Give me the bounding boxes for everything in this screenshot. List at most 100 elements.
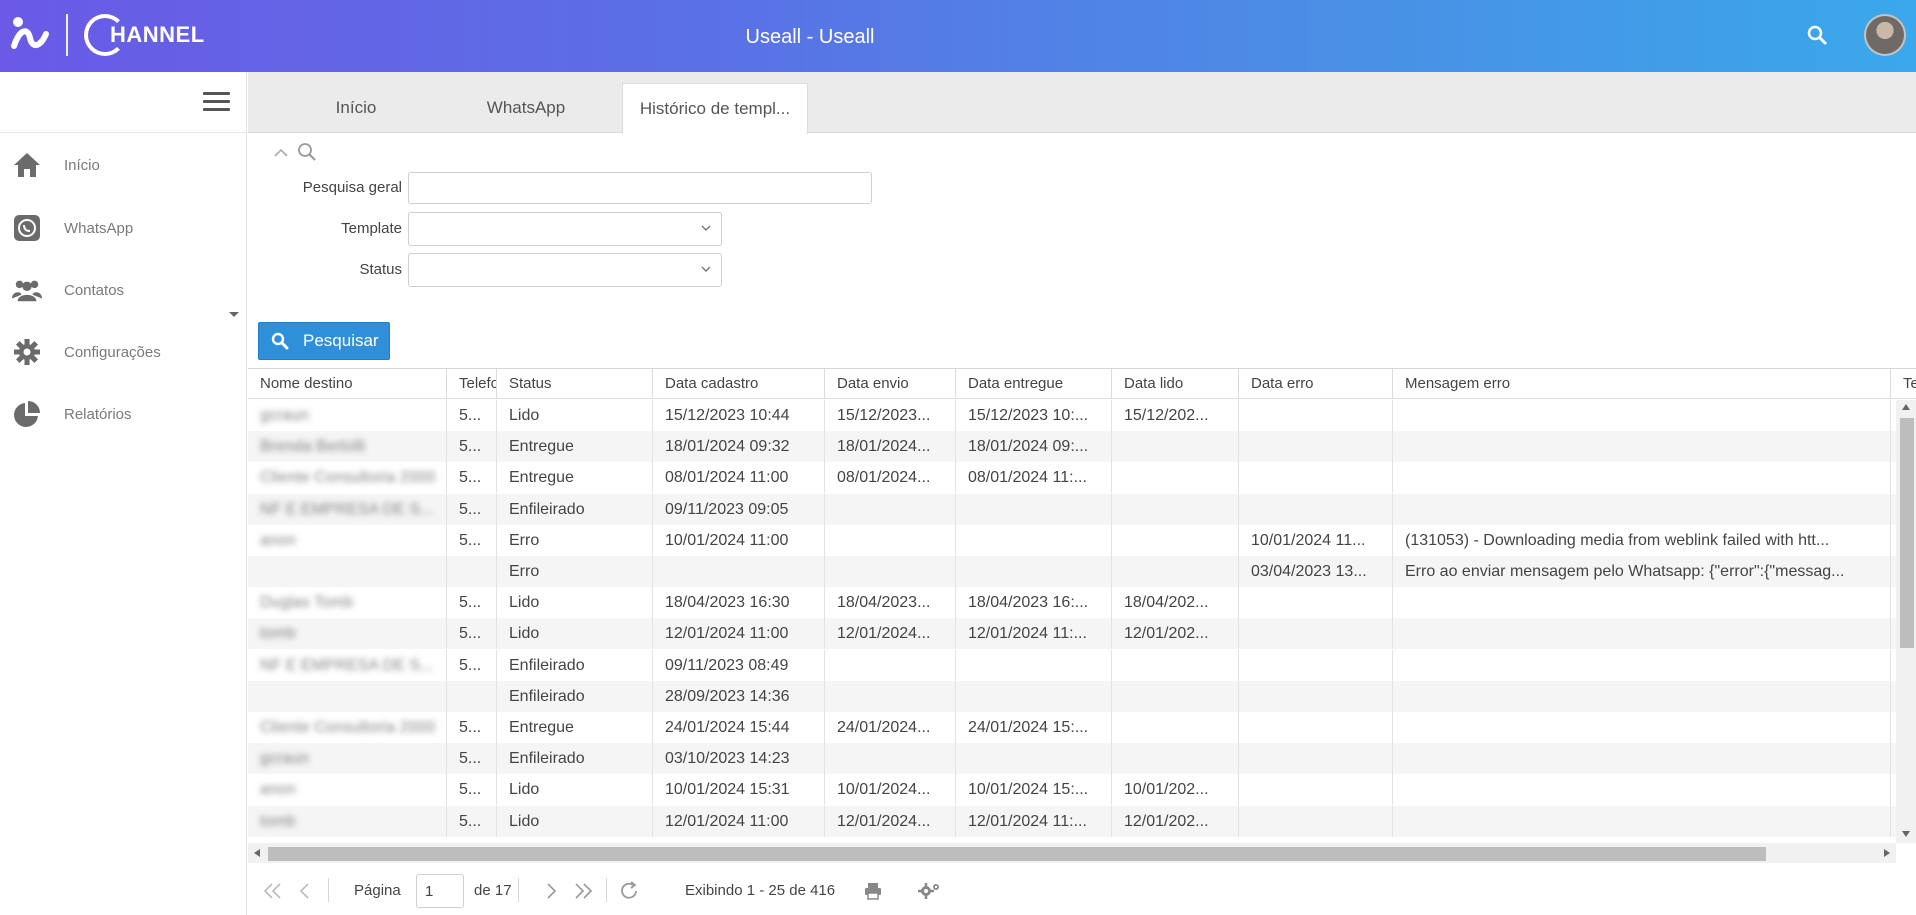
table-row[interactable]: NF E EMPRESA DE S... 5... Enfileirado 09/11… [248,649,1896,681]
search-icon[interactable] [1806,24,1828,46]
table-cell: 18/01/2024 09:... [956,431,1112,463]
scroll-left-icon[interactable] [254,849,260,857]
home-icon [12,150,42,180]
table-cell [1239,805,1393,837]
double-chevron-right-icon [575,883,593,899]
table-cell [825,649,956,681]
table-cell: 03/10/2023 14:23 [653,743,825,775]
vertical-scroll-thumb[interactable] [1900,418,1914,648]
print-button[interactable] [860,878,886,904]
filter-toggle[interactable] [273,142,317,162]
table-cell: 18/04/2023 16:... [956,587,1112,619]
user-avatar[interactable] [1864,14,1906,56]
table-cell [1112,493,1239,525]
table-row[interactable]: Brenda Bertolli 5... Entregue 18/01/2024 09… [248,431,1896,463]
column-header[interactable]: Telefo [447,369,497,399]
table-row[interactable]: Duglas Tomb 5... Lido 18/04/2023 16:30 18/04… [248,587,1896,619]
column-header[interactable]: Data lido [1112,369,1239,399]
search-icon[interactable] [297,142,317,162]
table-cell: 10/01/2024 15:... [956,774,1112,806]
table-cell: 10/01/2024 11... [1239,524,1393,556]
column-header[interactable]: Mensagem erro [1393,369,1891,399]
table-cell: tomb [248,618,447,650]
table-row[interactable]: Cliente Consultoria 2000 5... Entregue 08/0… [248,462,1896,494]
table-cell: 10/01/202... [1112,774,1239,806]
pager-separator [518,878,519,902]
tab-historico-templates[interactable]: Histórico de templ... [622,83,808,134]
hamburger-menu-icon[interactable] [203,92,230,112]
table-cell [653,556,825,587]
table-cell: 5... [447,618,497,650]
table-cell: Enfileirado [497,493,653,525]
next-page-button[interactable] [538,878,564,904]
sidebar-item-whatsapp[interactable]: WhatsApp [0,203,247,253]
horizontal-scrollbar[interactable] [248,843,1896,863]
table-cell: Enfileirado [497,649,653,681]
column-header[interactable]: Te [1891,369,1916,399]
table-cell: Entregue [497,712,653,743]
table-cell: anon [248,524,447,556]
refresh-button[interactable] [616,878,642,904]
chevron-up-icon[interactable] [273,146,289,158]
template-select[interactable] [408,212,722,246]
table-cell: tomb [248,805,447,837]
previous-page-button[interactable] [292,878,318,904]
table-cell [1239,587,1393,619]
sidebar-item-inicio[interactable]: Início [0,140,247,190]
tab-whatsapp[interactable]: WhatsApp [456,83,596,133]
scroll-right-icon[interactable] [1884,849,1890,857]
table-cell: Cliente Consultoria 2000 [248,712,447,743]
table-cell: 28/09/2023 14:36 [653,680,825,712]
table-row[interactable]: Erro 03/04/2023 13... Erro ao enviar mensa… [248,556,1896,587]
table-cell [1112,649,1239,681]
table-row[interactable]: anon 5... Lido 10/01/2024 15:31 10/01/2024..… [248,774,1896,806]
table-row[interactable]: gcraun 5... Enfileirado 03/10/2023 14:23 [248,743,1896,775]
column-header[interactable]: Data entregue [956,369,1112,399]
column-header[interactable]: Data cadastro [653,369,825,399]
table-cell [1393,774,1891,806]
template-label: Template [341,220,402,237]
table-cell [825,556,956,587]
table-cell [1393,587,1891,619]
table-cell: 15/12/2023 10:... [956,400,1112,431]
table-row[interactable]: anon 5... Erro 10/01/2024 11:00 10/01/2024 1… [248,524,1896,556]
sidebar-item-configuracoes[interactable]: Configurações [0,327,247,377]
scroll-down-icon[interactable] [1902,831,1910,837]
table-row[interactable]: Enfileirado 28/09/2023 14:36 [248,680,1896,712]
table-cell: Enfileirado [497,680,653,712]
column-header[interactable]: Data erro [1239,369,1393,399]
scroll-up-icon[interactable] [1902,404,1910,410]
last-page-button[interactable] [570,878,596,904]
pie-chart-icon [12,399,42,429]
table-row[interactable]: gcraun 5... Lido 15/12/2023 10:44 15/12/2023… [248,400,1896,431]
column-header[interactable]: Status [497,369,653,399]
page-number-input[interactable] [416,874,464,908]
tab-inicio[interactable]: Início [286,83,426,133]
column-header[interactable]: Nome destino [248,369,447,399]
table-cell [447,680,497,712]
table-cell [1239,493,1393,525]
column-header[interactable]: Data envio [825,369,956,399]
vertical-scrollbar[interactable] [1896,400,1916,843]
sidebar-item-relatorios[interactable]: Relatórios [0,389,247,439]
table-cell: 5... [447,524,497,556]
table-row[interactable]: tomb 5... Lido 12/01/2024 11:00 12/01/2024..… [248,805,1896,837]
table-cell: 12/01/2024... [825,805,956,837]
table-cell: Erro [497,556,653,587]
horizontal-scroll-thumb[interactable] [268,847,1766,861]
table-cell [1112,431,1239,463]
table-cell [1393,680,1891,712]
status-select[interactable] [408,253,722,287]
search-button[interactable]: Pesquisar [258,322,390,360]
app-header: HANNEL Useall - Useall [0,0,1916,72]
table-row[interactable]: NF E EMPRESA DE S... 5... Enfileirado 09/11… [248,493,1896,525]
settings-button[interactable] [916,878,942,904]
table-cell: 12/01/202... [1112,805,1239,837]
table-cell: 5... [447,431,497,463]
table-cell: Lido [497,774,653,806]
first-page-button[interactable] [260,878,286,904]
sidebar-item-contatos[interactable]: Contatos [0,265,247,315]
table-row[interactable]: Cliente Consultoria 2000 5... Entregue 24/0… [248,712,1896,743]
general-search-input[interactable] [408,172,872,204]
table-row[interactable]: tomb 5... Lido 12/01/2024 11:00 12/01/2024..… [248,618,1896,650]
